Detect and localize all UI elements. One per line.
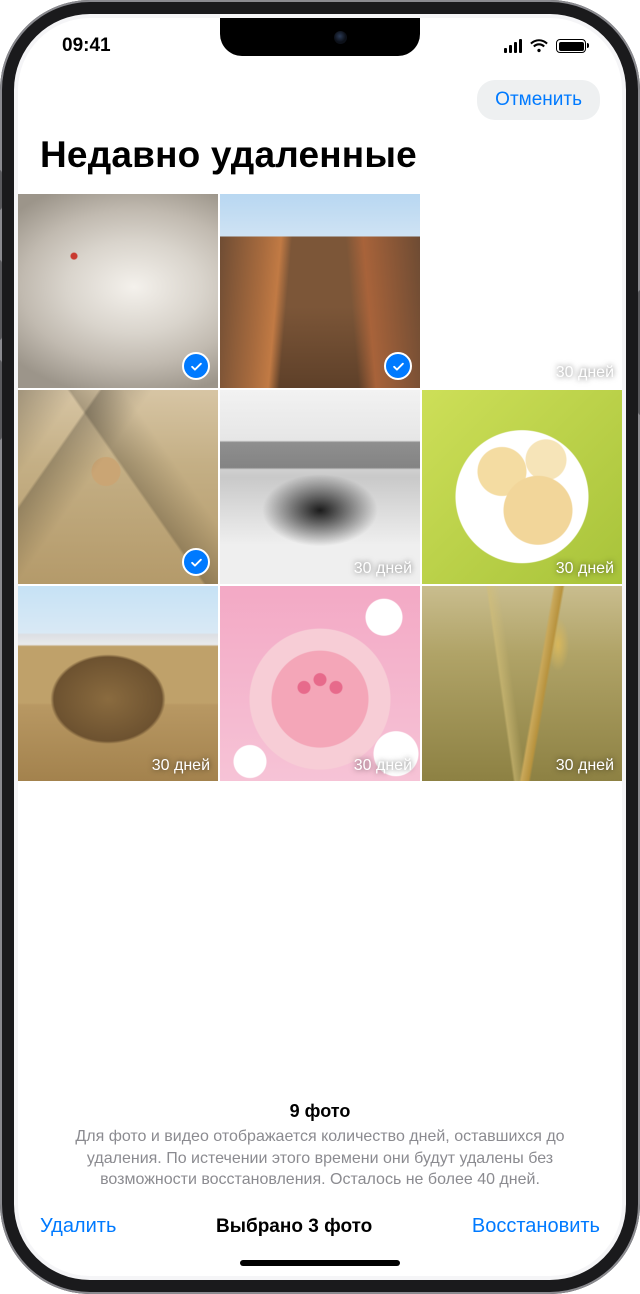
photo-grid: 30 дней 30 дней 30 дней 30 дней 30 дней 30 дн… xyxy=(18,194,622,781)
recover-button[interactable]: Восстановить xyxy=(472,1215,600,1238)
home-indicator[interactable] xyxy=(240,1260,400,1266)
cancel-button[interactable]: Отменить xyxy=(477,80,600,120)
photo-thumbnail[interactable] xyxy=(18,390,218,584)
volume-down-button xyxy=(0,360,2,440)
device-notch xyxy=(220,18,420,56)
photo-thumbnail[interactable]: 30 дней xyxy=(422,586,622,780)
photo-thumbnail[interactable]: 30 дней xyxy=(220,390,420,584)
cellular-icon xyxy=(504,39,523,53)
days-remaining-label: 30 дней xyxy=(354,757,412,775)
footer-description: Для фото и видео отображается количество… xyxy=(46,1126,594,1191)
days-remaining-label: 30 дней xyxy=(152,757,210,775)
photo-thumbnail[interactable] xyxy=(18,194,218,388)
delete-button[interactable]: Удалить xyxy=(40,1215,116,1238)
photo-thumbnail[interactable]: 30 дней xyxy=(220,586,420,780)
photo-thumbnail[interactable]: 30 дней xyxy=(18,586,218,780)
selected-checkmark-icon xyxy=(182,352,210,380)
status-time: 09:41 xyxy=(62,35,111,57)
bottom-toolbar: Удалить Выбрано 3 фото Восстановить xyxy=(18,1191,622,1248)
page-title: Недавно удаленные xyxy=(18,134,622,194)
selected-checkmark-icon xyxy=(384,352,412,380)
photo-thumbnail[interactable]: 30 дней xyxy=(422,194,622,388)
mute-switch xyxy=(0,170,2,210)
photo-thumbnail[interactable]: 30 дней xyxy=(422,390,622,584)
battery-icon xyxy=(556,39,586,53)
days-remaining-label: 30 дней xyxy=(354,560,412,578)
selection-status: Выбрано 3 фото xyxy=(216,1216,372,1238)
days-remaining-label: 30 дней xyxy=(556,560,614,578)
wifi-icon xyxy=(529,39,549,53)
days-remaining-label: 30 дней xyxy=(556,364,614,382)
volume-up-button xyxy=(0,260,2,340)
photo-count: 9 фото xyxy=(46,1101,594,1122)
days-remaining-label: 30 дней xyxy=(556,757,614,775)
photo-thumbnail[interactable] xyxy=(220,194,420,388)
